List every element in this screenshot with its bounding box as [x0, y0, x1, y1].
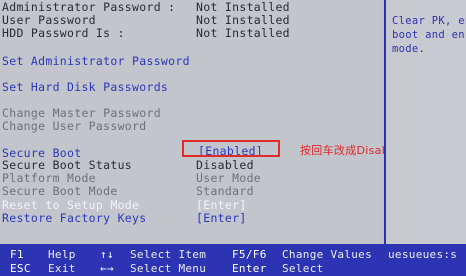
key-leftright: ←→	[100, 262, 114, 275]
key-updown: ↑↓	[100, 248, 114, 261]
key-updown-desc: Select Item	[130, 248, 207, 261]
hdd-password-value: Not Installed	[196, 26, 290, 40]
secure-boot-status-value: Disabled	[196, 158, 254, 172]
key-enter: Enter	[232, 262, 267, 275]
bios-screen: Administrator Password : Not Installed U…	[0, 0, 466, 276]
set-admin-password-item[interactable]: Set Administrator Password	[2, 54, 190, 68]
user-password-value: Not Installed	[196, 13, 290, 27]
key-f5f6: F5/F6	[232, 248, 267, 261]
admin-password-label: Administrator Password :	[2, 0, 176, 14]
key-f5f6-desc: Change Values	[282, 248, 372, 261]
main-settings-pane: Administrator Password : Not Installed U…	[0, 0, 380, 244]
change-user-password-item: Change User Password	[2, 119, 147, 133]
key-leftright-desc: Select Menu	[130, 262, 207, 275]
secure-boot-mode-label: Secure Boot Mode	[2, 184, 118, 198]
set-hdd-passwords-item[interactable]: Set Hard Disk Passwords	[2, 80, 168, 94]
platform-mode-value: User Mode	[196, 171, 262, 185]
user-password-label: User Password	[2, 13, 96, 27]
secure-boot-mode-value: Standard	[196, 184, 254, 198]
change-master-password-item: Change Master Password	[2, 106, 161, 120]
key-esc: ESC	[10, 262, 31, 275]
key-esc-desc: Exit	[48, 262, 76, 275]
reset-setup-mode-label[interactable]: Reset to Setup Mode	[2, 198, 139, 212]
secure-boot-status-label: Secure Boot Status	[2, 158, 133, 172]
restore-factory-keys-label[interactable]: Restore Factory Keys	[2, 211, 146, 225]
restore-factory-keys-value[interactable]: [Enter]	[196, 211, 247, 225]
reset-setup-mode-value[interactable]: [Enter]	[196, 198, 247, 212]
footer-extra-text: uesueues:s	[388, 248, 458, 261]
key-legend-bar: F1 Help ↑↓ Select Item F5/F6 Change Valu…	[0, 244, 466, 276]
admin-password-value: Not Installed	[196, 0, 290, 14]
key-enter-desc: Select	[282, 262, 324, 275]
platform-mode-label: Platform Mode	[2, 171, 96, 185]
help-pane: Clear PK, en boot and en mode.	[384, 0, 466, 244]
key-f1: F1	[10, 248, 24, 261]
highlight-box	[182, 140, 280, 157]
help-text: Clear PK, en boot and en mode.	[392, 15, 466, 55]
hdd-password-label: HDD Password Is :	[2, 26, 125, 40]
key-f1-desc: Help	[48, 248, 76, 261]
